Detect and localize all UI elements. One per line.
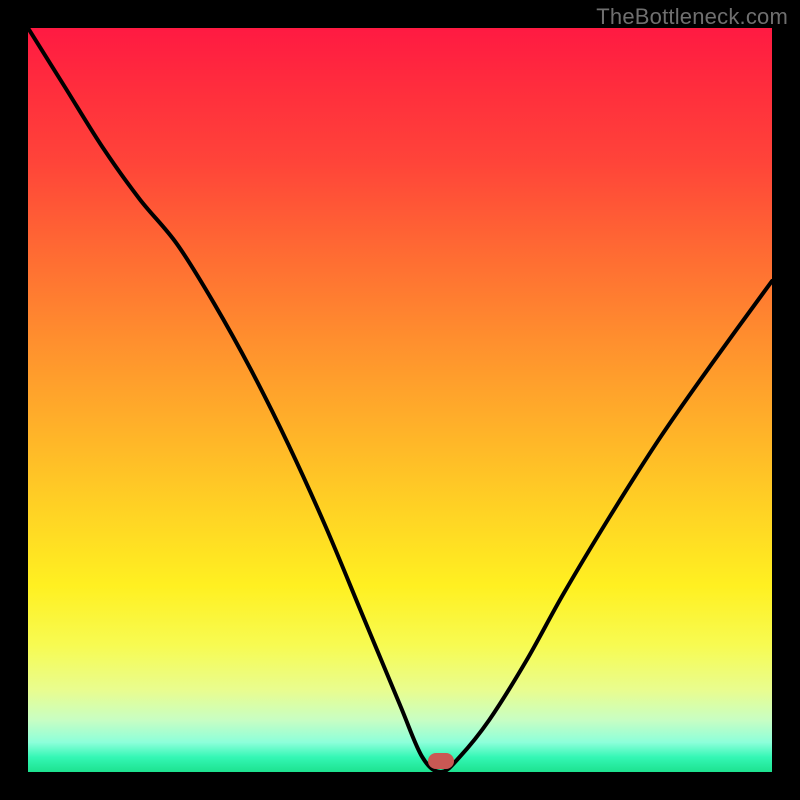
watermark-text: TheBottleneck.com xyxy=(596,4,788,30)
bottleneck-curve xyxy=(28,28,772,772)
chart-frame: TheBottleneck.com xyxy=(0,0,800,800)
optimum-marker xyxy=(428,753,454,769)
plot-area xyxy=(28,28,772,772)
